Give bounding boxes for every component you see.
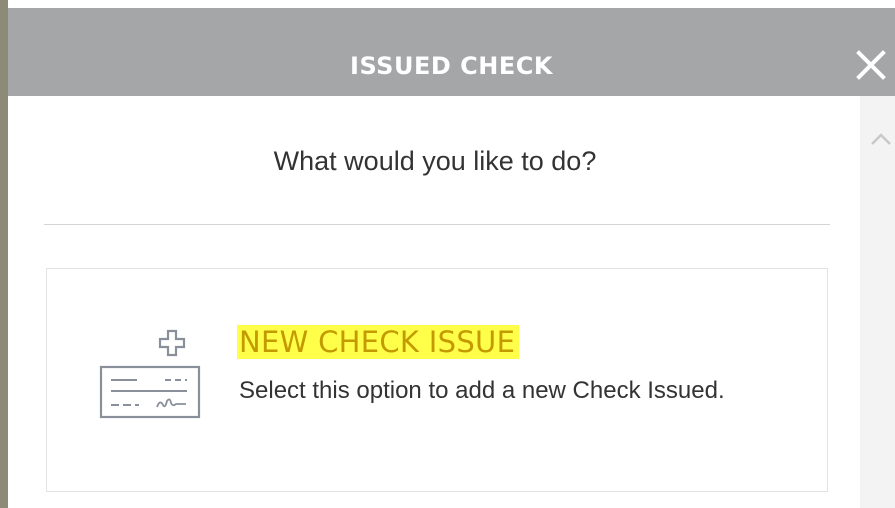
- new-check-issue-option[interactable]: NEW CHECK ISSUE Select this option to ad…: [46, 268, 828, 492]
- option-description: Select this option to add a new Check Is…: [239, 377, 725, 404]
- background-edge: [0, 0, 8, 508]
- modal-title: ISSUED CHECK: [350, 52, 553, 80]
- chevron-up-icon: [871, 133, 891, 145]
- page-background: [0, 0, 895, 8]
- option-title: NEW CHECK ISSUE: [237, 325, 520, 359]
- close-button[interactable]: [854, 48, 888, 82]
- scroll-up-button[interactable]: [870, 132, 892, 146]
- close-icon: [856, 50, 886, 80]
- divider: [44, 224, 830, 225]
- question-heading: What would you like to do?: [273, 146, 597, 176]
- scrollbar[interactable]: [860, 96, 895, 508]
- modal-header: ISSUED CHECK: [8, 8, 895, 96]
- new-check-icon: [99, 325, 205, 421]
